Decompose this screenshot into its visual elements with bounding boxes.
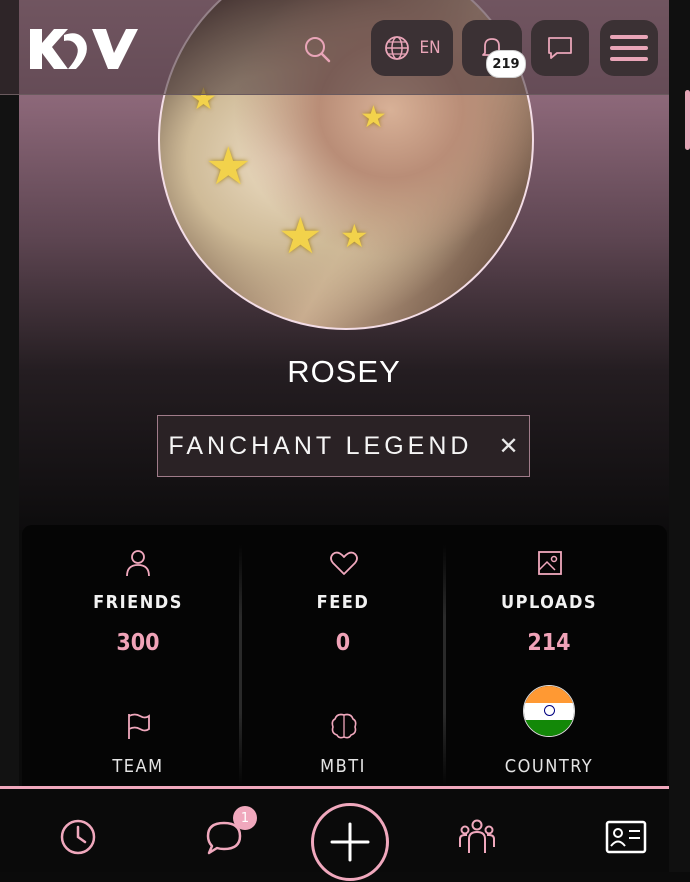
language-label: EN [419, 38, 441, 58]
stat-value-uploads[interactable]: 214 [449, 630, 649, 656]
id-card-icon[interactable] [605, 820, 647, 854]
search-icon[interactable] [302, 34, 332, 64]
plus-icon [330, 822, 370, 862]
create-button[interactable] [311, 803, 389, 881]
stat-value-friends[interactable]: 300 [38, 630, 238, 656]
remove-badge-icon[interactable]: ✕ [498, 432, 518, 460]
image-icon[interactable] [535, 548, 565, 578]
kv-logo[interactable] [28, 25, 138, 73]
column-divider [239, 545, 242, 785]
history-icon[interactable] [59, 818, 97, 856]
profile-username: ROSEY [287, 354, 401, 389]
heart-icon[interactable] [329, 548, 359, 578]
stat-label-country[interactable]: COUNTRY [449, 756, 649, 777]
user-icon[interactable] [123, 548, 153, 578]
language-button[interactable]: EN [371, 20, 453, 76]
messages-button[interactable] [531, 20, 589, 76]
flag-icon[interactable] [123, 711, 153, 741]
column-divider [443, 545, 446, 785]
star-sticker: ★ [360, 100, 387, 135]
star-sticker: ★ [340, 217, 369, 255]
india-flag[interactable] [523, 685, 575, 737]
stat-value-feed[interactable]: 0 [243, 630, 443, 656]
menu-button[interactable] [600, 20, 658, 76]
group-icon[interactable] [457, 817, 497, 857]
star-sticker: ★ [278, 207, 323, 265]
globe-icon [385, 36, 410, 60]
stat-label-team[interactable]: TEAM [38, 756, 238, 777]
stat-label-friends[interactable]: FRIENDS [38, 592, 238, 613]
message-icon [548, 37, 572, 59]
messages-count-badge: 1 [233, 806, 257, 830]
stat-label-uploads[interactable]: UPLOADS [449, 592, 649, 613]
title-badge-label: FANCHANT LEGEND [168, 431, 473, 460]
notification-count-badge: 219 [486, 50, 526, 78]
hamburger-icon [610, 35, 648, 61]
scrollbar-thumb[interactable] [685, 90, 690, 150]
stat-label-mbti[interactable]: MBTI [243, 756, 443, 777]
stat-label-feed[interactable]: FEED [243, 592, 443, 613]
star-sticker: ★ [205, 137, 252, 197]
profile-title-badge: FANCHANT LEGEND ✕ [157, 415, 530, 477]
brain-icon[interactable] [329, 711, 359, 741]
left-edge [0, 0, 19, 872]
top-bar: EN [0, 0, 669, 95]
